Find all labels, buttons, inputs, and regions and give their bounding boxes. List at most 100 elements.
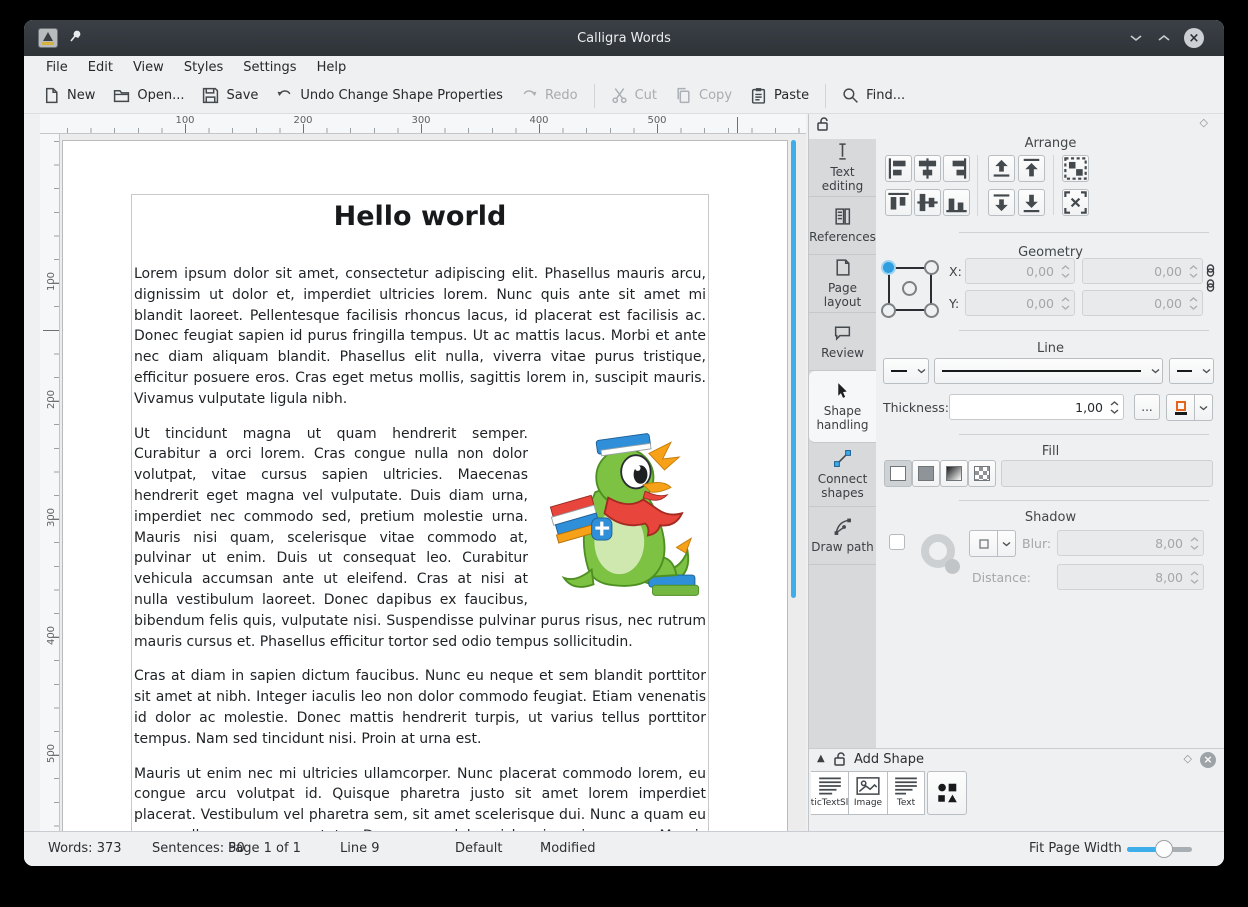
- bring-to-front-button[interactable]: [1018, 155, 1045, 182]
- save-button[interactable]: Save: [193, 82, 267, 109]
- open-button[interactable]: Open...: [104, 82, 193, 109]
- shadow-angle-knob[interactable]: [945, 559, 960, 574]
- shape-template-image[interactable]: Image: [849, 771, 888, 815]
- line-more-options-button[interactable]: ...: [1134, 394, 1160, 420]
- maximize-button[interactable]: [1154, 28, 1174, 48]
- y-position-spinbox[interactable]: 0,00: [965, 290, 1075, 316]
- group-shapes-button[interactable]: [1062, 155, 1089, 182]
- tab-review[interactable]: Review: [809, 313, 876, 371]
- spinner-arrows-icon[interactable]: [1186, 297, 1202, 310]
- anchor-top-left-dot[interactable]: [881, 260, 896, 275]
- tab-page-layout[interactable]: Page layout: [809, 255, 876, 313]
- paste-button[interactable]: Paste: [741, 82, 818, 109]
- spinner-arrows-icon[interactable]: [1187, 571, 1203, 584]
- tab-shape-handling[interactable]: Shape handling: [809, 371, 876, 443]
- collapse-triangle-icon[interactable]: ▲: [817, 753, 825, 764]
- text-frame[interactable]: Hello world Lorem ipsum dolor sit amet, …: [131, 194, 709, 831]
- anchor-top-right-dot[interactable]: [924, 260, 939, 275]
- fill-color-strip[interactable]: [1001, 460, 1213, 487]
- new-button[interactable]: New: [34, 82, 104, 109]
- width-spinbox[interactable]: 0,00: [1082, 258, 1203, 284]
- tab-draw-path[interactable]: Draw path: [809, 507, 876, 565]
- spinner-arrows-icon[interactable]: [1107, 401, 1123, 414]
- align-left-button[interactable]: [885, 155, 912, 182]
- anchor-position-widget[interactable]: [879, 258, 941, 320]
- shadow-enable-checkbox[interactable]: [889, 534, 905, 550]
- spinner-arrows-icon[interactable]: [1058, 265, 1074, 278]
- add-shape-float-icon[interactable]: ◇: [1184, 752, 1192, 765]
- height-spinbox[interactable]: 0,00: [1082, 290, 1203, 316]
- undo-button[interactable]: Undo Change Shape Properties: [267, 82, 512, 109]
- menu-help[interactable]: Help: [307, 58, 357, 77]
- line-cap-dropdown[interactable]: [883, 358, 929, 384]
- cut-button[interactable]: Cut: [602, 82, 666, 109]
- lower-shape-button[interactable]: [988, 189, 1015, 216]
- x-position-spinbox[interactable]: 0,00: [965, 258, 1075, 284]
- aspect-ratio-lock[interactable]: [1205, 264, 1216, 292]
- menu-settings[interactable]: Settings: [233, 58, 306, 77]
- copy-button[interactable]: Copy: [666, 82, 741, 109]
- tab-text-editing[interactable]: Text editing: [809, 139, 876, 197]
- zoom-mode-dropdown[interactable]: Fit Page Width: [1029, 841, 1136, 856]
- page-indicator[interactable]: Page 1 of 1: [228, 841, 301, 856]
- shape-template-text[interactable]: Text: [888, 771, 925, 815]
- fill-none-button[interactable]: [884, 460, 912, 487]
- menu-file[interactable]: File: [36, 58, 78, 77]
- anchor-bottom-right-dot[interactable]: [924, 303, 939, 318]
- menu-view[interactable]: View: [123, 58, 174, 77]
- chevron-down-icon[interactable]: [998, 530, 1016, 557]
- add-shape-lock-icon[interactable]: [834, 752, 847, 767]
- fill-pattern-button[interactable]: [968, 460, 996, 487]
- minimize-button[interactable]: [1126, 28, 1146, 48]
- align-hcenter-button[interactable]: [914, 155, 941, 182]
- spinner-arrows-icon[interactable]: [1186, 265, 1202, 278]
- word-count[interactable]: Words: 373: [48, 841, 122, 856]
- docker-float-icon[interactable]: ◇: [1200, 116, 1208, 129]
- shadow-angle-widget[interactable]: [921, 534, 957, 570]
- zoom-slider-handle[interactable]: [1155, 840, 1173, 858]
- add-shape-close-icon[interactable]: ×: [1200, 752, 1216, 768]
- anchor-center-dot[interactable]: [902, 281, 917, 296]
- thickness-spinbox[interactable]: 1,00: [949, 394, 1124, 420]
- pin-icon[interactable]: [68, 29, 84, 45]
- send-to-back-button[interactable]: [1018, 189, 1045, 216]
- konqi-mascot-image[interactable]: [540, 426, 706, 608]
- menu-edit[interactable]: Edit: [78, 58, 123, 77]
- line-color-splitbutton[interactable]: [1166, 394, 1213, 421]
- vertical-ruler[interactable]: 100 200 300 400 500: [40, 134, 60, 831]
- close-button[interactable]: ×: [1184, 28, 1204, 48]
- line-style-dropdown[interactable]: [934, 358, 1163, 384]
- line-color-icon[interactable]: [1166, 394, 1195, 421]
- vertical-scrollbar[interactable]: [791, 140, 796, 598]
- align-vcenter-button[interactable]: [914, 189, 941, 216]
- find-button[interactable]: Find...: [833, 82, 914, 109]
- tab-references[interactable]: References: [809, 197, 876, 255]
- fill-solid-button[interactable]: [912, 460, 940, 487]
- align-right-button[interactable]: [943, 155, 970, 182]
- shadow-color-icon[interactable]: [969, 530, 998, 557]
- document-page[interactable]: Hello world Lorem ipsum dolor sit amet, …: [62, 140, 788, 831]
- shadow-color-splitbutton[interactable]: [969, 530, 1016, 557]
- shape-collections-button[interactable]: [927, 771, 967, 815]
- document-canvas[interactable]: Hello world Lorem ipsum dolor sit amet, …: [60, 134, 806, 831]
- zoom-slider[interactable]: [1127, 847, 1192, 852]
- raise-shape-button[interactable]: [988, 155, 1015, 182]
- docker-lock-icon[interactable]: [817, 117, 830, 132]
- line-join-dropdown[interactable]: [1169, 358, 1214, 384]
- chevron-down-icon[interactable]: [1195, 394, 1213, 421]
- spinner-arrows-icon[interactable]: [1187, 537, 1203, 550]
- anchor-bottom-left-dot[interactable]: [881, 303, 896, 318]
- distance-spinbox[interactable]: 8,00: [1057, 564, 1204, 590]
- tab-connect-shapes[interactable]: Connect shapes: [809, 443, 876, 507]
- ungroup-shapes-button[interactable]: [1062, 189, 1089, 216]
- fill-gradient-button[interactable]: [940, 460, 968, 487]
- line-indicator[interactable]: Line 9: [340, 841, 380, 856]
- shape-template-artistic-text[interactable]: ticTextSl: [811, 771, 849, 815]
- menu-styles[interactable]: Styles: [174, 58, 233, 77]
- spinner-arrows-icon[interactable]: [1058, 297, 1074, 310]
- align-top-button[interactable]: [885, 189, 912, 216]
- align-bottom-button[interactable]: [943, 189, 970, 216]
- style-indicator[interactable]: Default: [455, 841, 503, 856]
- redo-button[interactable]: Redo: [512, 82, 587, 109]
- blur-spinbox[interactable]: 8,00: [1057, 530, 1204, 556]
